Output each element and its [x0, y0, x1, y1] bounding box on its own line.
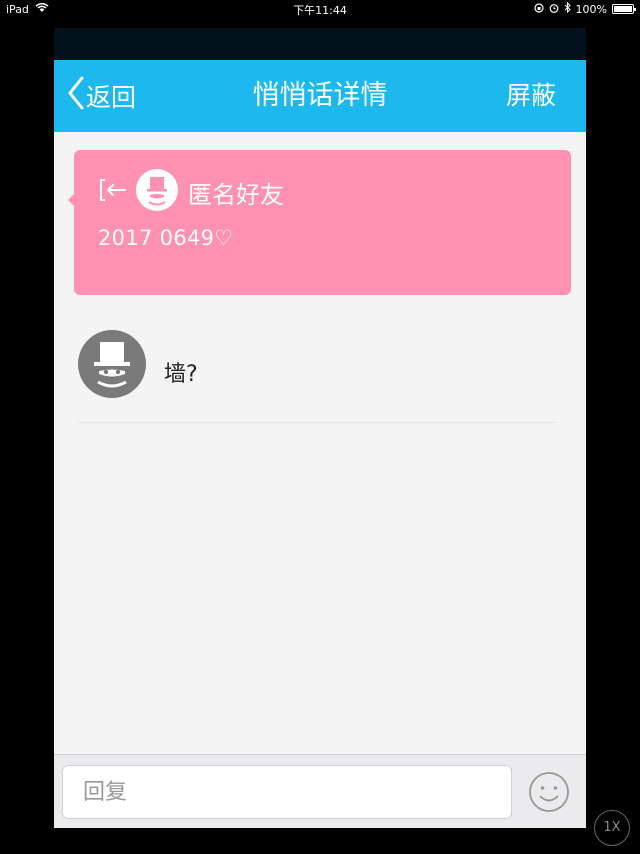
alarm-icon	[549, 3, 559, 16]
battery-icon	[612, 4, 636, 14]
status-bar: iPad 下午11:44 100%	[0, 0, 640, 18]
reply-item: 墙?	[78, 330, 556, 423]
bluetooth-icon	[564, 1, 571, 16]
whisper-text: 2017 0649♡	[98, 226, 234, 250]
incoming-arrow-icon	[98, 177, 128, 207]
anonymous-avatar	[128, 169, 178, 215]
whisper-card: 匿名好友 2017 0649♡	[68, 150, 571, 295]
reply-input[interactable]	[62, 765, 512, 819]
navigation-bar: 返回 悄悄话详情 屏蔽	[54, 60, 586, 132]
reply-bar	[54, 754, 586, 828]
lock-rotation-icon	[533, 2, 544, 16]
emoji-button[interactable]	[528, 771, 570, 817]
sender-name: 匿名好友	[188, 180, 284, 209]
user-avatar[interactable]	[78, 330, 146, 402]
battery-percent: 100%	[575, 2, 607, 16]
app-top-strip	[54, 28, 586, 60]
zoom-toggle-button[interactable]: 1X	[594, 810, 630, 846]
reply-text: 墙?	[164, 362, 198, 387]
app-window: 返回 悄悄话详情 屏蔽 匿名好友 2017 0649♡ 墙?	[54, 28, 586, 828]
block-button[interactable]: 屏蔽	[506, 60, 556, 132]
